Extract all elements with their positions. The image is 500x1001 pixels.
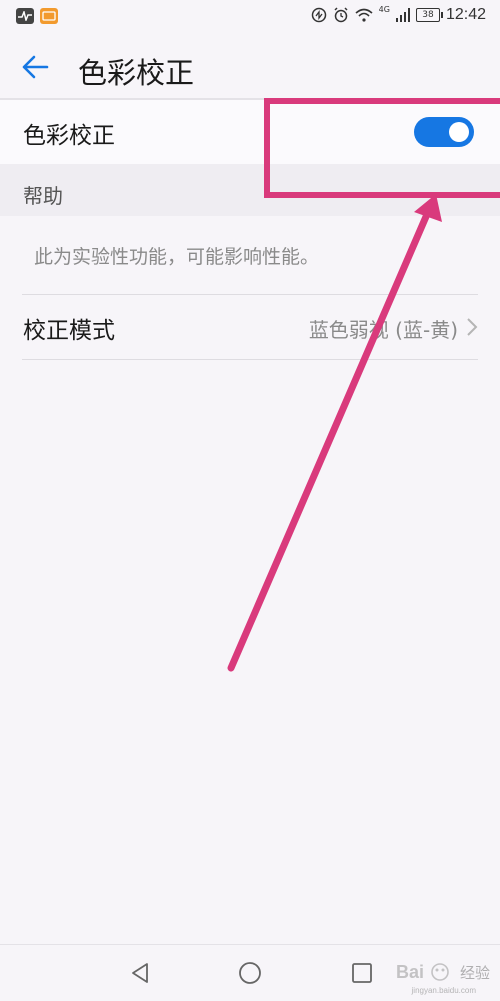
battery-icon: 38	[415, 8, 443, 22]
signal-icon	[395, 8, 410, 22]
activity-app-icon	[16, 8, 34, 24]
baidu-logo-icon: Bai	[396, 962, 449, 982]
help-section-title: 帮助	[23, 184, 63, 208]
chevron-right-icon	[467, 318, 478, 336]
network-type-label: 4G	[378, 4, 390, 14]
watermark-text: 经验	[459, 964, 490, 982]
divider	[22, 359, 478, 360]
triangle-back-icon[interactable]	[128, 961, 152, 985]
arrow-left-icon[interactable]	[20, 52, 50, 82]
circle-home-icon[interactable]	[238, 961, 262, 985]
correction-mode-row[interactable]: 校正模式 蓝色弱视 (蓝-黄)	[0, 295, 500, 359]
status-indicators: 4G 38 12:42	[311, 4, 486, 24]
correction-mode-label: 校正模式	[23, 318, 115, 344]
wifi-icon	[355, 8, 373, 22]
page-title: 色彩校正	[78, 56, 195, 90]
clock: 12:42	[445, 6, 486, 23]
highlight-box	[264, 98, 500, 198]
shop-app-icon	[40, 8, 58, 24]
help-block: 此为实验性功能，可能影响性能。	[0, 216, 500, 294]
correction-mode-value: 蓝色弱视 (蓝-黄)	[308, 318, 458, 342]
header: 色彩校正	[0, 34, 500, 100]
help-text: 此为实验性功能，可能影响性能。	[34, 246, 320, 268]
watermark-url: jingyan.baidu.com	[411, 986, 476, 995]
square-recent-icon[interactable]	[350, 961, 374, 985]
status-notifications	[16, 8, 58, 24]
status-bar: 4G 38 12:42	[0, 0, 500, 34]
alarm-icon	[334, 7, 348, 23]
svg-text:Bai: Bai	[396, 962, 424, 982]
color-correction-label: 色彩校正	[23, 123, 115, 149]
data-saver-icon	[311, 7, 326, 23]
baidu-watermark: Bai 经验	[396, 960, 490, 984]
